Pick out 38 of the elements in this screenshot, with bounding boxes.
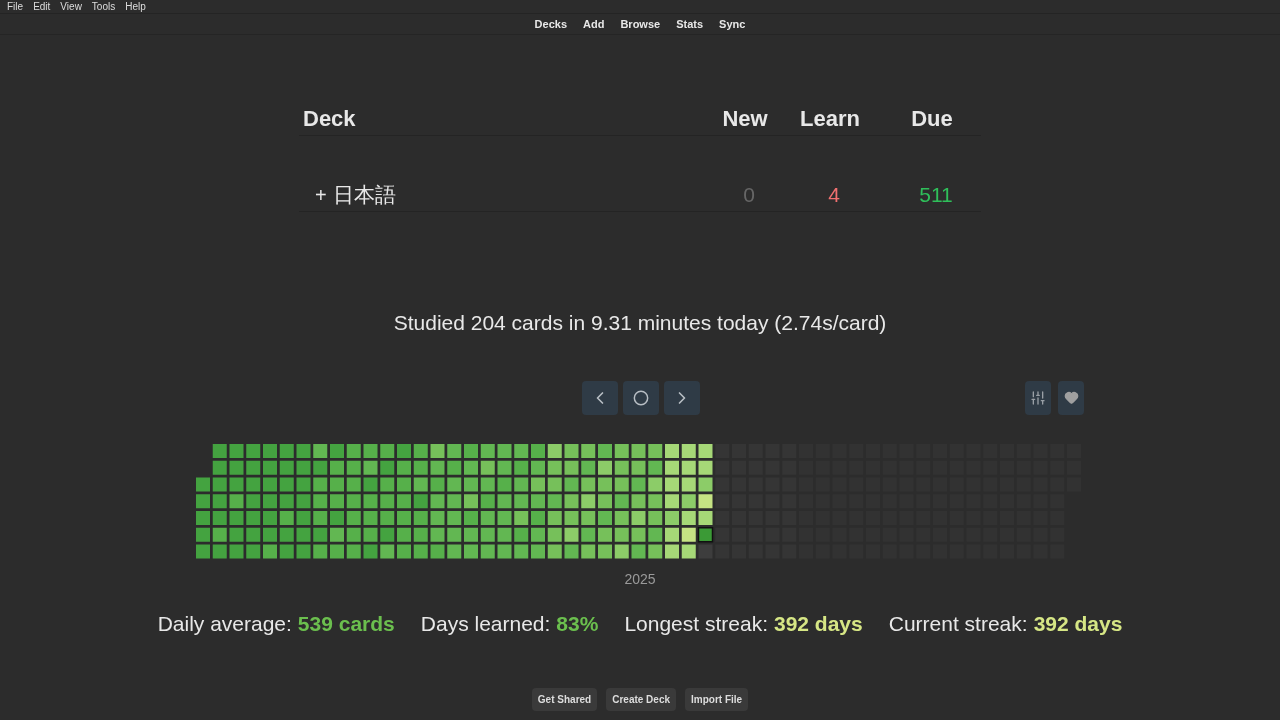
menu-item[interactable]: Tools [91,0,116,14]
nav-link[interactable]: Browse [620,15,661,33]
column-header: Deck [302,105,357,133]
action-button[interactable]: Get Shared [531,688,598,711]
nav-link[interactable]: Add [583,15,605,33]
new-count: 0 [742,181,756,208]
settings-button[interactable] [1025,380,1051,415]
nav-link[interactable]: Stats [676,15,704,33]
year-label: 2025 [623,569,657,589]
action-button[interactable]: Create Deck [606,688,676,711]
menu-item[interactable]: File [7,0,24,14]
menu-item[interactable]: Edit [33,0,51,14]
circle-icon [633,389,649,406]
column-header: Learn [799,105,861,133]
nav-link[interactable]: Sync [719,15,746,33]
expand-toggle[interactable]: + [315,179,333,210]
due-count: 511 [918,181,954,208]
learn-count: 4 [827,181,841,208]
study-summary: Studied 204 cards in 9.31 minutes today (2.74s/card) [392,310,888,336]
nav-link[interactable]: Decks [534,15,568,33]
stat-value: 392 days [774,610,863,637]
menu-item[interactable]: View [60,0,82,14]
stat-value: 83% [556,610,599,637]
stat-label: Daily average: [157,610,292,637]
stat-label: Longest streak: [624,610,768,637]
heart-button[interactable] [1058,380,1084,415]
stat-value: 392 days [1033,610,1123,637]
today-button[interactable] [623,380,659,415]
stat-label: Current streak: [888,610,1028,637]
column-header: New [721,105,769,133]
action-button[interactable]: Import File [685,688,749,711]
menu-item[interactable]: Help [125,0,146,14]
stat-value: 539 cards [297,610,395,637]
sliders-icon [1030,389,1046,406]
deck-name[interactable]: 日本語 [333,178,693,211]
column-header: Due [910,105,954,133]
stat-label: Days learned: [420,610,551,637]
heart-icon [1063,390,1079,405]
